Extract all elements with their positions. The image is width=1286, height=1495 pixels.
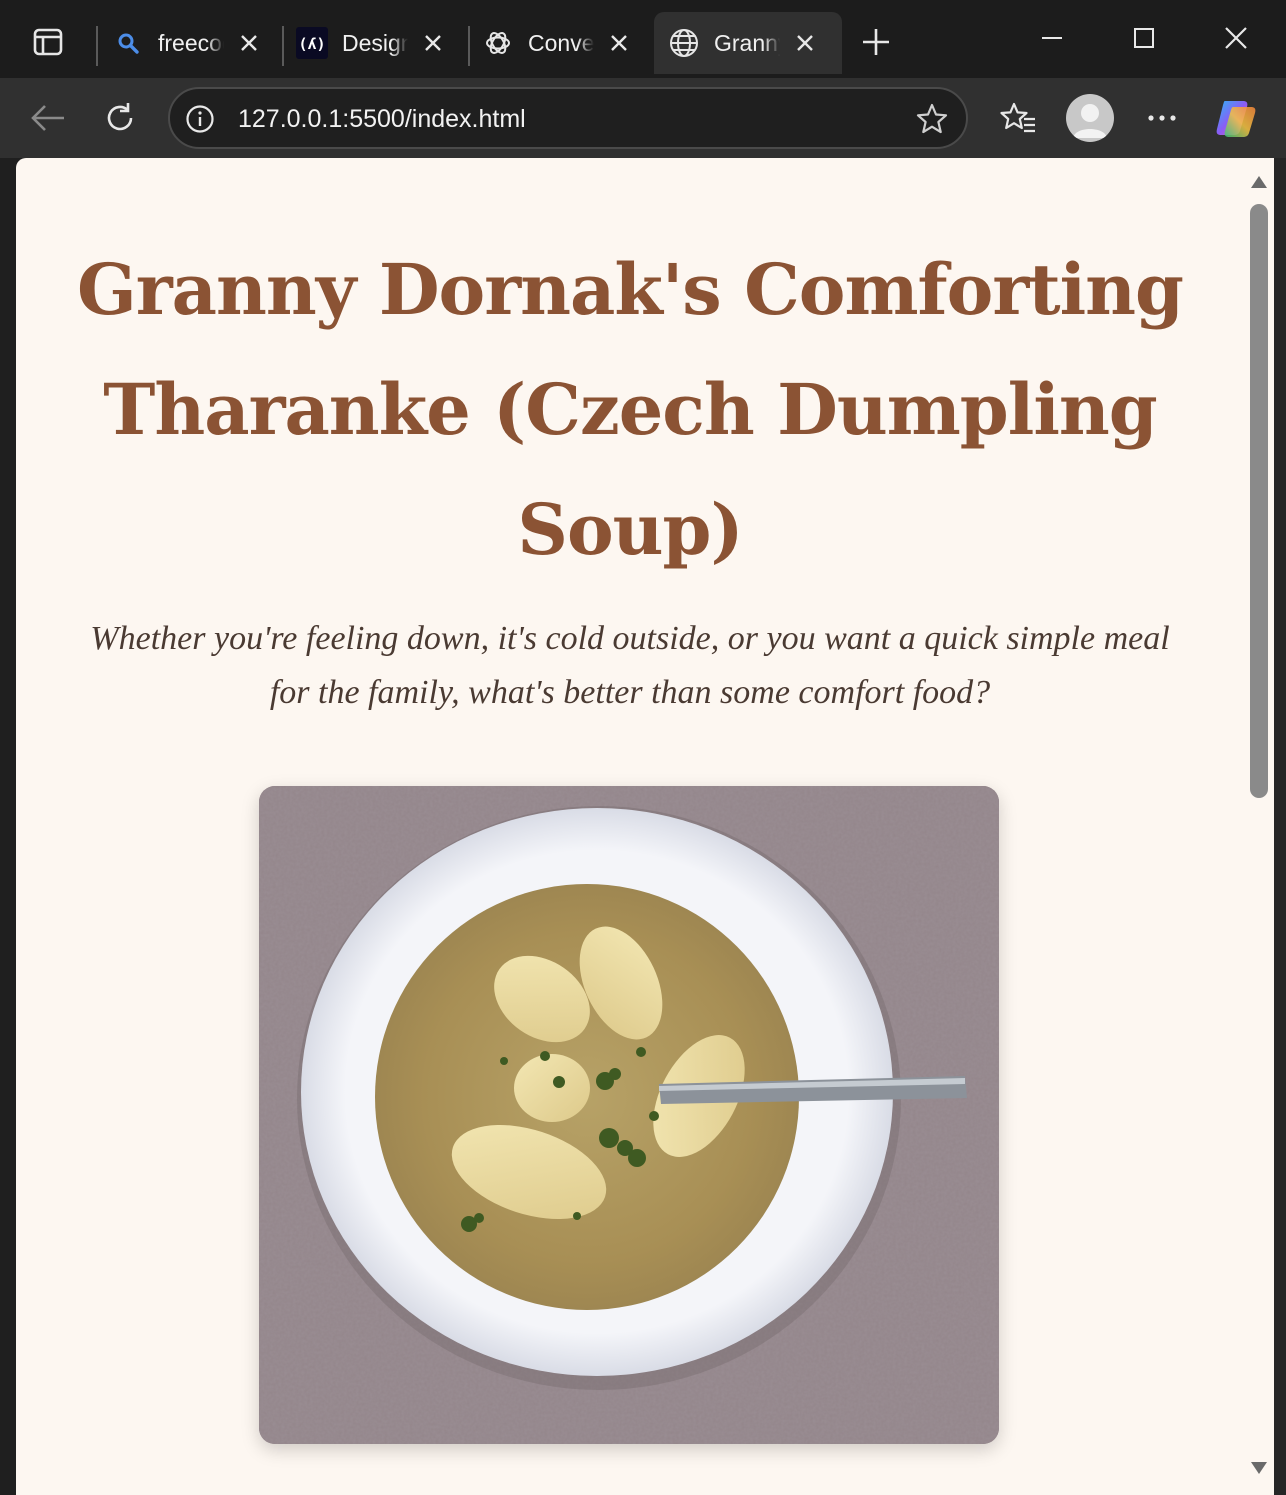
freecodecamp-icon: (ʎ)	[294, 25, 330, 61]
tab-title: Conversation	[528, 29, 594, 56]
copilot-button[interactable]	[1212, 94, 1260, 142]
star-icon[interactable]	[914, 101, 950, 137]
new-tab-button[interactable]	[852, 20, 900, 64]
svg-text:(ʎ): (ʎ)	[298, 35, 325, 53]
address-bar[interactable]: 127.0.0.1:5500/index.html	[168, 87, 968, 149]
favorites-button[interactable]	[994, 94, 1042, 142]
tab-freecodecamp[interactable]: freecodecamp	[110, 12, 280, 74]
close-icon[interactable]	[418, 28, 448, 58]
maximize-button[interactable]	[1114, 14, 1174, 62]
scrollbar-thumb[interactable]	[1250, 204, 1268, 798]
page-title: Granny Dornak's Comforting Tharanke (Cze…	[77, 248, 1184, 571]
tab-actions-button[interactable]	[24, 20, 72, 64]
tab-separator	[282, 26, 284, 66]
scroll-up-icon[interactable]	[1249, 172, 1269, 192]
refresh-button[interactable]	[96, 94, 144, 142]
globe-icon	[666, 25, 702, 61]
tab-strip: freecodecamp (ʎ) Design	[0, 0, 1286, 78]
browser-window: freecodecamp (ʎ) Design	[0, 0, 1286, 1495]
page-viewport: Granny Dornak's Comforting Tharanke (Cze…	[16, 158, 1244, 1495]
tab-granny[interactable]: Granny	[654, 12, 842, 74]
refresh-icon	[107, 103, 133, 131]
favorites-icon	[1000, 102, 1035, 133]
url-text[interactable]: 127.0.0.1:5500/index.html	[238, 103, 526, 135]
copilot-icon	[1216, 101, 1256, 137]
tab-actions-icon	[33, 28, 63, 56]
minimize-icon	[1042, 37, 1062, 39]
back-button[interactable]	[24, 94, 72, 142]
tab-title: freecodecamp	[158, 29, 224, 56]
profile-avatar[interactable]	[1066, 94, 1114, 142]
more-options-button[interactable]	[1138, 94, 1186, 142]
more-icon	[1148, 115, 1176, 121]
tab-separator	[96, 26, 98, 66]
tab-title: Design	[342, 29, 408, 56]
chatgpt-icon	[480, 25, 516, 61]
dumpling-soup-photo	[259, 786, 999, 1444]
plus-icon	[863, 29, 889, 55]
back-arrow-icon	[31, 105, 64, 131]
tab-design[interactable]: (ʎ) Design	[294, 12, 464, 74]
close-icon[interactable]	[604, 28, 634, 58]
site-info-icon[interactable]	[184, 103, 216, 135]
window-edge	[1274, 158, 1286, 1495]
close-icon[interactable]	[790, 28, 820, 58]
browser-toolbar: 127.0.0.1:5500/index.html	[0, 78, 1286, 158]
intro-paragraph: Whether you're feeling down, it's cold o…	[90, 620, 1170, 711]
search-icon	[110, 25, 146, 61]
close-window-button[interactable]	[1206, 14, 1266, 62]
scroll-down-icon[interactable]	[1249, 1458, 1269, 1478]
close-icon[interactable]	[234, 28, 264, 58]
tab-conversation[interactable]: Conversation	[480, 12, 650, 74]
tab-title: Granny	[714, 29, 780, 56]
tab-separator	[468, 26, 470, 66]
maximize-icon	[1134, 28, 1154, 48]
minimize-button[interactable]	[1022, 14, 1082, 62]
close-icon	[1225, 27, 1247, 49]
person-icon	[1073, 104, 1107, 138]
vertical-scrollbar[interactable]	[1244, 158, 1274, 1495]
